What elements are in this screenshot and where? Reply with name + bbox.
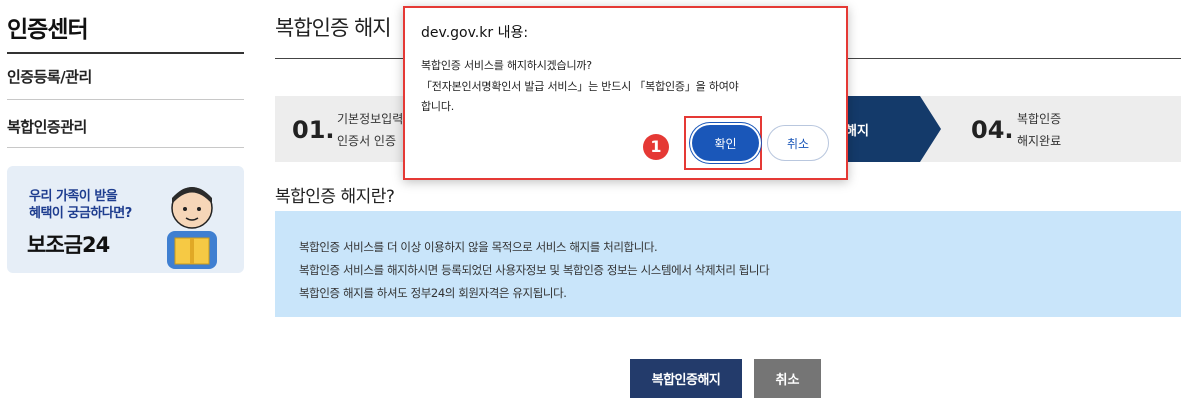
sidebar-title-divider: [7, 52, 244, 54]
step-1-label: 기본정보입력: [337, 112, 404, 126]
cancel-multi-auth-button[interactable]: 복합인증해지: [630, 359, 742, 398]
subsidy-banner[interactable]: 우리 가족이 받을 혜택이 궁금하다면? 보조금24: [7, 166, 244, 273]
info-line: 복합인증 해지를 하셔도 정부24의 회원자격은 유지됩니다.: [299, 286, 567, 300]
step-1-number: 01.: [292, 116, 335, 144]
banner-line2: 혜택이 궁금하다면?: [29, 206, 132, 221]
dialog-message: 「전자본인서명확인서 발급 서비스」는 반드시 「복합인증」을 하여야: [421, 80, 739, 93]
step-4-label: 복합인증: [1017, 112, 1062, 126]
step-1-sublabel: 인증서 인증: [337, 134, 397, 148]
step-4-number: 04.: [971, 116, 1014, 144]
dialog-message: 복합인증 서비스를 해지하시겠습니까?: [421, 59, 592, 72]
character-illustration: [167, 187, 217, 269]
info-line: 복합인증 서비스를 해지하시면 등록되었던 사용자정보 및 복합인증 정보는 시…: [299, 263, 770, 277]
sidebar-item-multi-auth[interactable]: 복합인증관리: [7, 116, 244, 137]
confirm-ok-button[interactable]: 확인: [692, 125, 759, 161]
dialog-title: dev.gov.kr 내용:: [421, 25, 529, 41]
sidebar-item-cert-register[interactable]: 인증등록/관리: [7, 66, 244, 87]
step-4-sublabel: 해지완료: [1017, 134, 1062, 148]
info-box: 복합인증 서비스를 더 이상 이용하지 않을 목적으로 서비스 해지를 처리합니…: [275, 211, 1181, 317]
page-title: 복합인증 해지: [275, 16, 392, 40]
sidebar-divider: [7, 147, 244, 148]
step-active-label: 해지: [845, 124, 869, 139]
cancel-button[interactable]: 취소: [754, 359, 821, 398]
step-callout-badge: 1: [643, 134, 669, 160]
sidebar-divider: [7, 99, 244, 100]
banner-text: 우리 가족이 받을 혜택이 궁금하다면?: [29, 188, 132, 222]
banner-brand: 보조금24: [27, 233, 110, 257]
sidebar-title: 인증센터: [7, 17, 89, 43]
section-title: 복합인증 해지란?: [275, 187, 395, 207]
confirm-dialog: dev.gov.kr 내용: 복합인증 서비스를 해지하시겠습니까? 「전자본인…: [403, 6, 848, 180]
confirm-cancel-button[interactable]: 취소: [767, 125, 829, 161]
banner-line1: 우리 가족이 받을: [29, 189, 118, 204]
dialog-message: 합니다.: [421, 100, 455, 113]
info-line: 복합인증 서비스를 더 이상 이용하지 않을 목적으로 서비스 해지를 처리합니…: [299, 240, 658, 254]
